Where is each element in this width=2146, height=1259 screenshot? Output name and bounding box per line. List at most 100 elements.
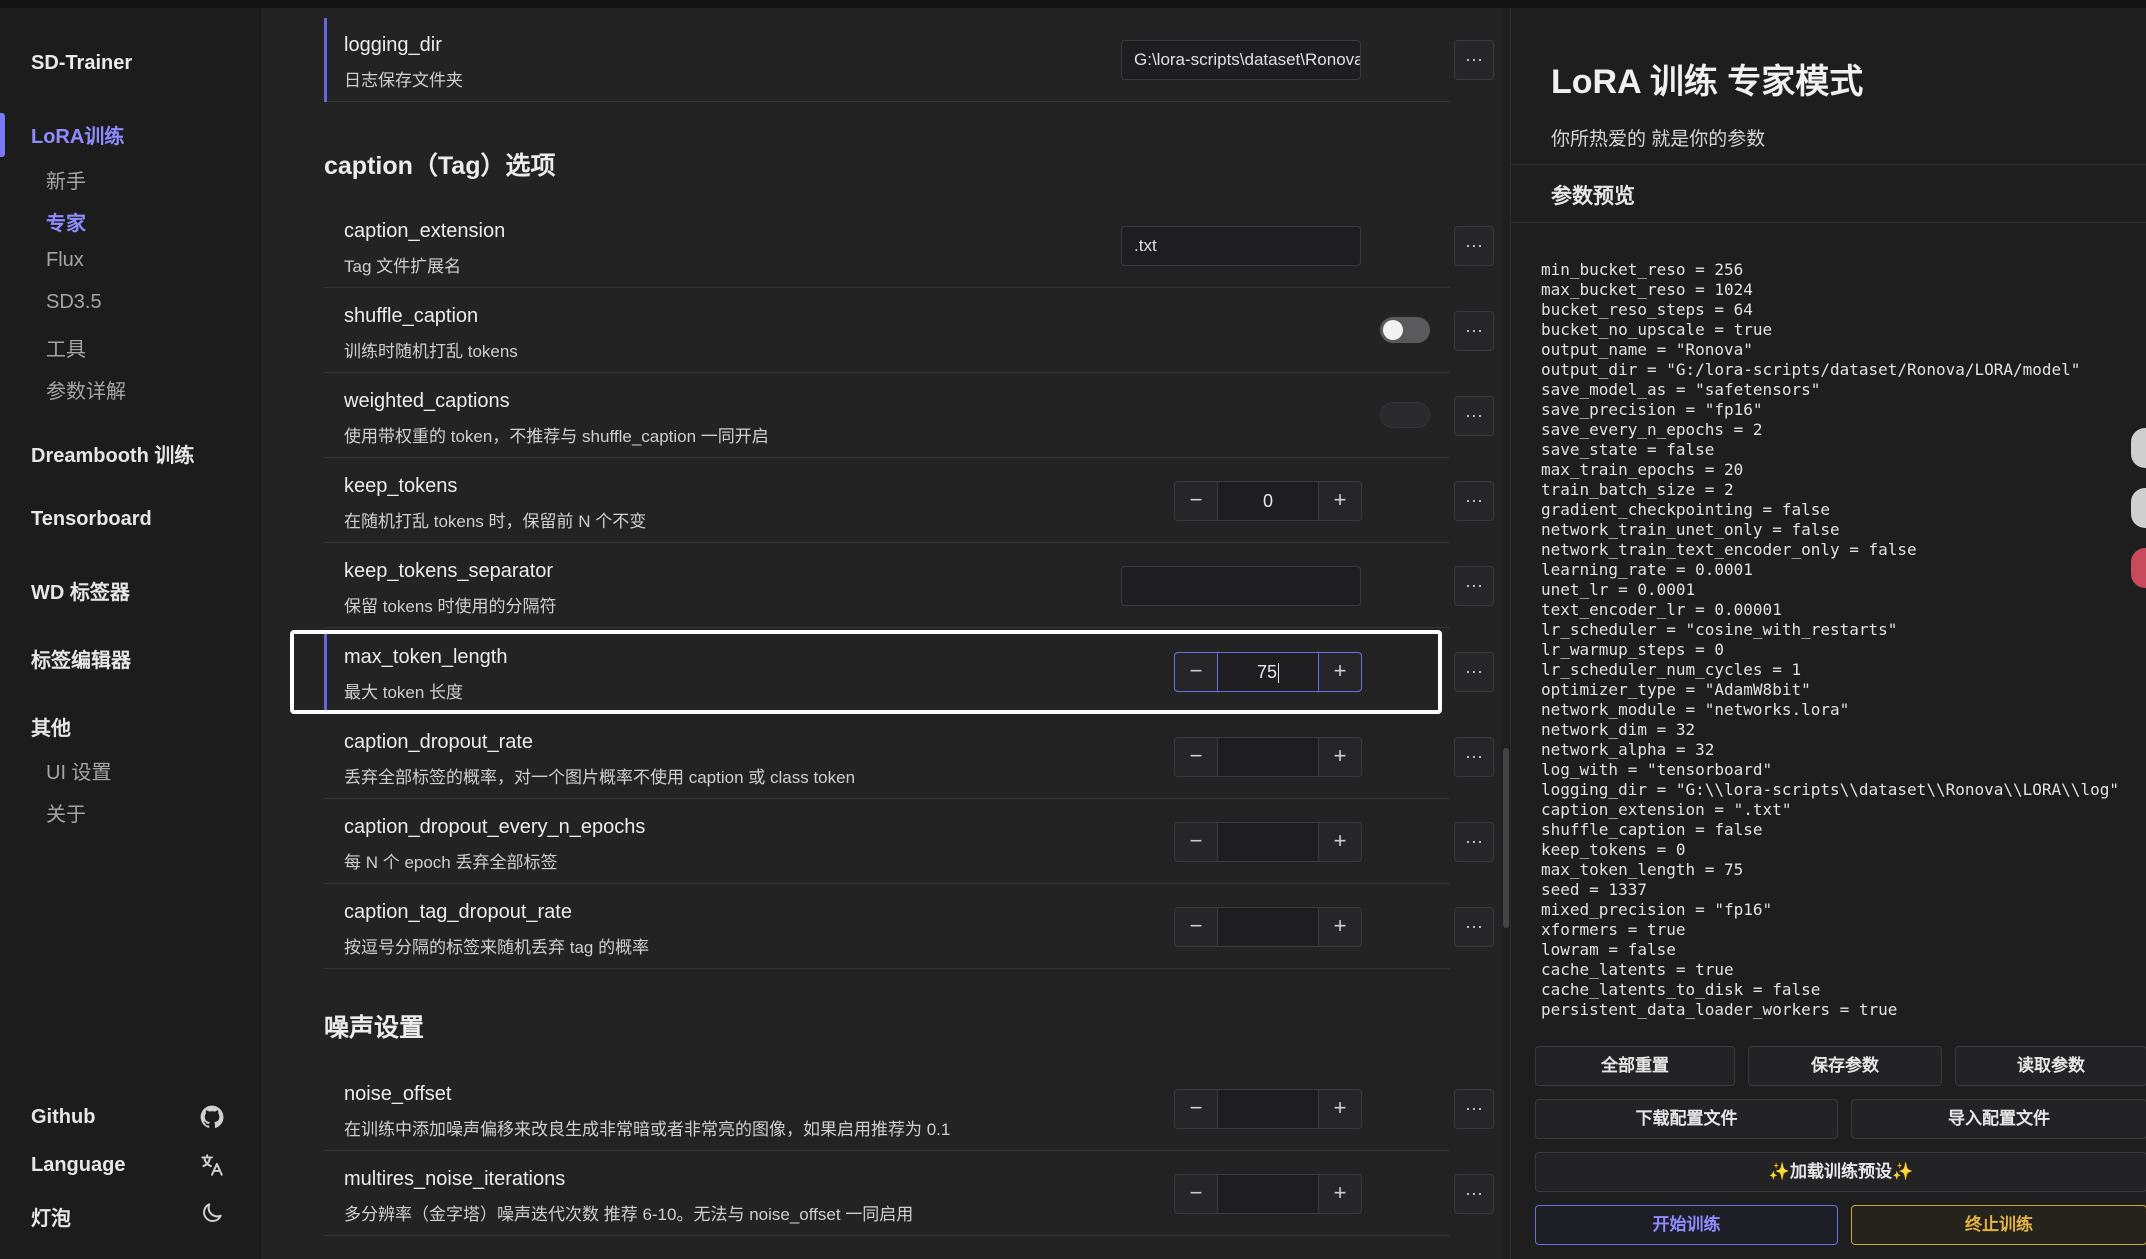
- section-title-noise: 噪声设置: [324, 1014, 425, 1042]
- param-row-caption-tag-dropout-rate: caption_tag_dropout_rate 按逗号分隔的标签来随机丢弃 t…: [324, 885, 1494, 969]
- increment-button[interactable]: +: [1318, 737, 1362, 777]
- increment-button[interactable]: +: [1318, 1089, 1362, 1129]
- app-window: SD-Trainer LoRA训练 新手 专家 Flux SD3.5 工具 参数…: [0, 0, 2146, 1259]
- decrement-button[interactable]: −: [1174, 481, 1218, 521]
- sidebar-item-about[interactable]: 关于: [46, 798, 86, 827]
- more-button[interactable]: ···: [1454, 226, 1494, 266]
- param-row-keep-tokens-separator: keep_tokens_separator 保留 tokens 时使用的分隔符 …: [324, 544, 1494, 628]
- weighted-captions-toggle[interactable]: [1380, 402, 1430, 428]
- sidebar-item-other[interactable]: 其他: [31, 712, 71, 741]
- more-button[interactable]: ···: [1454, 737, 1494, 777]
- sidebar-item-expert[interactable]: 专家: [46, 207, 86, 236]
- keep-tokens-separator-input[interactable]: [1121, 566, 1361, 606]
- preview-line: log_with = "tensorboard": [1541, 760, 1773, 779]
- toggle-knob: [1383, 320, 1403, 340]
- param-row-shuffle-caption: shuffle_caption 训练时随机打乱 tokens ···: [324, 289, 1494, 373]
- logging-dir-input[interactable]: G:\lora-scripts\dataset\Ronova\LORA\log: [1121, 40, 1361, 80]
- github-icon[interactable]: [199, 1104, 225, 1130]
- download-config-button[interactable]: 下载配置文件: [1535, 1099, 1838, 1139]
- caption-dropout-rate-stepper: − +: [1174, 737, 1362, 777]
- caption-dropout-rate-input[interactable]: [1218, 737, 1318, 777]
- multires-noise-iterations-input[interactable]: [1218, 1174, 1318, 1214]
- preview-line: train_batch_size = 2: [1541, 480, 1734, 499]
- param-desc: 使用带权重的 token，不推荐与 shuffle_caption 一同开启: [344, 427, 769, 446]
- save-params-button[interactable]: 保存参数: [1748, 1046, 1942, 1086]
- keep-tokens-stepper: − 0 +: [1174, 481, 1362, 521]
- sidebar-item-tag-editor[interactable]: 标签编辑器: [31, 644, 131, 673]
- shuffle-caption-toggle[interactable]: [1380, 317, 1430, 343]
- more-button[interactable]: ···: [1454, 566, 1494, 606]
- caption-tag-dropout-rate-input[interactable]: [1218, 907, 1318, 947]
- decrement-button[interactable]: −: [1174, 907, 1218, 947]
- sidebar-item-wd-tagger[interactable]: WD 标签器: [31, 576, 130, 605]
- preview-line: cache_latents_to_disk = false: [1541, 980, 1821, 999]
- theme-toggle[interactable]: 灯泡: [31, 1202, 71, 1231]
- floating-action-1[interactable]: [2131, 428, 2146, 468]
- more-button[interactable]: ···: [1454, 652, 1494, 692]
- load-params-button[interactable]: 读取参数: [1955, 1046, 2146, 1086]
- sidebar-item-tools[interactable]: 工具: [46, 333, 86, 362]
- increment-button[interactable]: +: [1318, 1174, 1362, 1214]
- caption-extension-input[interactable]: .txt: [1121, 226, 1361, 266]
- more-button[interactable]: ···: [1454, 311, 1494, 351]
- preview-line: output_dir = "G:/lora-scripts/dataset/Ro…: [1541, 360, 2081, 379]
- param-name: caption_dropout_rate: [344, 731, 534, 753]
- brand-title[interactable]: SD-Trainer: [31, 52, 132, 75]
- param-desc: 在训练中添加噪声偏移来改良生成非常暗或者非常亮的图像，如果启用推荐为 0.1: [344, 1120, 951, 1139]
- sidebar-item-lora[interactable]: LoRA训练: [31, 120, 124, 149]
- noise-offset-input[interactable]: [1218, 1089, 1318, 1129]
- section-title-caption: caption（Tag）选项: [324, 152, 556, 180]
- panel-subtitle: 你所热爱的 就是你的参数: [1551, 129, 1766, 150]
- decrement-button[interactable]: −: [1174, 822, 1218, 862]
- sidebar-item-tensorboard[interactable]: Tensorboard: [31, 508, 152, 531]
- preview-line: seed = 1337: [1541, 880, 1647, 899]
- more-button[interactable]: ···: [1454, 907, 1494, 947]
- language-switch[interactable]: Language: [31, 1154, 125, 1177]
- decrement-button[interactable]: −: [1174, 1089, 1218, 1129]
- sidebar-item-dreambooth[interactable]: Dreambooth 训练: [31, 439, 194, 468]
- sidebar-item-ui-settings[interactable]: UI 设置: [46, 756, 112, 785]
- more-button[interactable]: ···: [1454, 40, 1494, 80]
- decrement-button[interactable]: −: [1174, 737, 1218, 777]
- translate-icon[interactable]: [199, 1152, 225, 1178]
- preview-line: save_every_n_epochs = 2: [1541, 420, 1763, 439]
- param-desc: 日志保存文件夹: [344, 71, 463, 90]
- increment-button[interactable]: +: [1318, 481, 1362, 521]
- reset-all-button[interactable]: 全部重置: [1535, 1046, 1735, 1086]
- increment-button[interactable]: +: [1318, 907, 1362, 947]
- load-preset-button[interactable]: ✨加载训练预设✨: [1535, 1152, 2146, 1192]
- more-button[interactable]: ···: [1454, 822, 1494, 862]
- more-button[interactable]: ···: [1454, 396, 1494, 436]
- param-row-keep-tokens: keep_tokens 在随机打乱 tokens 时，保留前 N 个不变 − 0…: [324, 459, 1494, 543]
- sidebar-item-params[interactable]: 参数详解: [46, 375, 126, 404]
- sidebar-item-flux[interactable]: Flux: [46, 249, 84, 272]
- stop-training-button[interactable]: 终止训练: [1851, 1205, 2146, 1245]
- sidebar-item-beginner[interactable]: 新手: [46, 165, 86, 194]
- main-scrollbar[interactable]: [1502, 8, 1510, 1259]
- sidebar-item-sd35[interactable]: SD3.5: [46, 291, 102, 314]
- floating-action-2[interactable]: [2131, 488, 2146, 528]
- params-preview-code: min_bucket_reso = 256 max_bucket_reso = 1…: [1541, 260, 2141, 1030]
- scrollbar-thumb[interactable]: [1503, 748, 1509, 928]
- preview-line: max_bucket_reso = 1024: [1541, 280, 1753, 299]
- more-button[interactable]: ···: [1454, 1174, 1494, 1214]
- moon-icon[interactable]: [199, 1200, 225, 1226]
- keep-tokens-input[interactable]: 0: [1218, 481, 1318, 521]
- start-training-button[interactable]: 开始训练: [1535, 1205, 1838, 1245]
- floating-action-3[interactable]: [2131, 548, 2146, 588]
- increment-button[interactable]: +: [1318, 822, 1362, 862]
- preview-line: text_encoder_lr = 0.00001: [1541, 600, 1782, 619]
- import-config-button[interactable]: 导入配置文件: [1851, 1099, 2146, 1139]
- github-link[interactable]: Github: [31, 1106, 95, 1129]
- more-button[interactable]: ···: [1454, 481, 1494, 521]
- preview-line: logging_dir = "G:\\lora-scripts\\dataset…: [1541, 780, 2119, 799]
- param-desc: 丢弃全部标签的概率，对一个图片概率不使用 caption 或 class tok…: [344, 768, 856, 787]
- caption-dropout-every-n-epochs-input[interactable]: [1218, 822, 1318, 862]
- decrement-button[interactable]: −: [1174, 1174, 1218, 1214]
- param-name: keep_tokens: [344, 475, 458, 497]
- preview-line: output_name = "Ronova": [1541, 340, 1753, 359]
- preview-line: save_state = false: [1541, 440, 1715, 459]
- divider: [1511, 222, 2146, 223]
- more-button[interactable]: ···: [1454, 1089, 1494, 1129]
- preview-line: max_token_length = 75: [1541, 860, 1744, 879]
